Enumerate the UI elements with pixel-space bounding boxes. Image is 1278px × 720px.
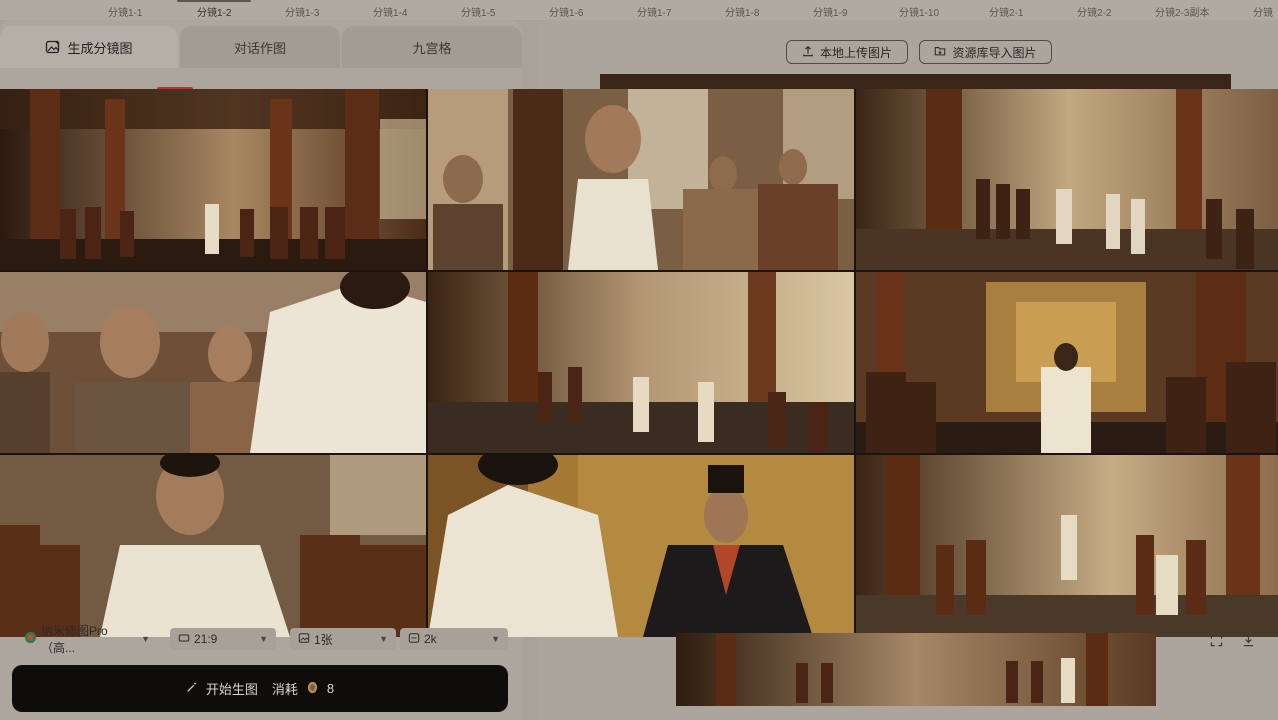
model-select[interactable]: 纳米修图Pro（高... ▼ bbox=[16, 624, 158, 655]
download-icon[interactable] bbox=[1242, 634, 1255, 650]
tab-label: 对话作图 bbox=[233, 40, 286, 56]
fullscreen-icon[interactable] bbox=[1210, 634, 1223, 650]
resolution-select[interactable]: 2k ▼ bbox=[400, 628, 508, 650]
shot-tab[interactable]: 分镜2-2 bbox=[1077, 4, 1111, 19]
chevron-down-icon: ▼ bbox=[141, 634, 150, 644]
chevron-down-icon: ▼ bbox=[259, 634, 268, 644]
grid-image-5[interactable] bbox=[428, 272, 854, 453]
aspect-ratio-icon bbox=[178, 632, 190, 647]
count-select[interactable]: 1张 ▼ bbox=[290, 628, 396, 650]
chevron-down-icon: ▼ bbox=[379, 634, 388, 644]
grid-image-6[interactable] bbox=[856, 272, 1278, 453]
shot-tab[interactable]: 分镜1-7 bbox=[637, 4, 671, 19]
cost-value: 8 bbox=[326, 681, 335, 696]
grid-image-9[interactable] bbox=[856, 455, 1278, 637]
shot-tab[interactable]: 分镜1-5 bbox=[461, 4, 495, 19]
coin-icon bbox=[306, 681, 319, 697]
shot-tab[interactable]: 分镜1-6 bbox=[549, 4, 583, 19]
count-value: 1张 bbox=[314, 632, 333, 647]
grid-image-2[interactable] bbox=[428, 89, 854, 270]
image-icon bbox=[298, 632, 310, 647]
generate-label: 开始生图 bbox=[205, 682, 258, 697]
grid-image-3[interactable] bbox=[856, 89, 1278, 270]
shot-tab-strip: 分镜1-1 分镜1-2 分镜1-3 分镜1-4 分镜1-5 分镜1-6 分镜1-… bbox=[0, 0, 1278, 20]
upload-local-button[interactable]: 本地上传图片 bbox=[786, 40, 908, 64]
shot-tab[interactable]: 分镜1-10 bbox=[899, 4, 939, 19]
mode-tabs: 生成分镜图 对话作图 九宫格 bbox=[0, 20, 522, 68]
nine-grid-preview[interactable] bbox=[0, 89, 1278, 637]
resolution-icon bbox=[408, 632, 420, 647]
resolution-value: 2k bbox=[424, 632, 437, 646]
chevron-down-icon: ▼ bbox=[491, 634, 500, 644]
tab-chat-draw[interactable]: 对话作图 bbox=[180, 26, 340, 68]
shot-tab[interactable]: 分镜1-8 bbox=[725, 4, 759, 19]
shot-tab[interactable]: 分镜2-1 bbox=[989, 4, 1023, 19]
shot-tab[interactable]: 分镜1-1 bbox=[108, 4, 142, 19]
image-sparkle-icon bbox=[45, 39, 61, 55]
import-library-button[interactable]: 资源库导入图片 bbox=[919, 40, 1052, 64]
start-generate-button[interactable]: 开始生图 消耗 8 bbox=[12, 665, 508, 712]
grid-image-7[interactable] bbox=[0, 455, 426, 637]
grid-image-8[interactable] bbox=[428, 455, 854, 637]
cost-label: 消耗 bbox=[271, 682, 298, 697]
tab-label: 生成分镜图 bbox=[67, 40, 133, 56]
shot-tab[interactable]: 分镜2-3副本 bbox=[1155, 4, 1209, 19]
shot-tab[interactable]: 分镜 bbox=[1253, 4, 1273, 19]
result-thumbnail[interactable] bbox=[676, 633, 1156, 706]
model-value: 纳米修图Pro（高... bbox=[41, 624, 108, 655]
shot-tab-active[interactable]: 分镜1-2 bbox=[176, 0, 253, 19]
model-logo-icon bbox=[24, 631, 37, 647]
upload-local-label: 本地上传图片 bbox=[819, 45, 892, 60]
ratio-select[interactable]: 21:9 ▼ bbox=[170, 628, 276, 650]
generation-settings: 纳米修图Pro（高... ▼ 21:9 ▼ 1张 ▼ 2k ▼ bbox=[12, 624, 508, 655]
magic-wand-icon bbox=[186, 681, 198, 696]
folder-import-icon bbox=[934, 45, 946, 60]
tab-generate-storyboard[interactable]: 生成分镜图 bbox=[0, 26, 178, 68]
grid-image-4[interactable] bbox=[0, 272, 426, 453]
ratio-value: 21:9 bbox=[194, 632, 218, 646]
shot-tab[interactable]: 分镜1-9 bbox=[813, 4, 847, 19]
preview-strip bbox=[600, 74, 1231, 89]
shot-tab[interactable]: 分镜1-4 bbox=[373, 4, 407, 19]
import-library-label: 资源库导入图片 bbox=[952, 45, 1037, 60]
grid-image-1[interactable] bbox=[0, 89, 426, 270]
tab-nine-grid[interactable]: 九宫格 bbox=[342, 26, 522, 68]
tab-label: 九宫格 bbox=[412, 40, 452, 56]
shot-tab[interactable]: 分镜1-3 bbox=[285, 4, 319, 19]
upload-icon bbox=[802, 45, 814, 60]
